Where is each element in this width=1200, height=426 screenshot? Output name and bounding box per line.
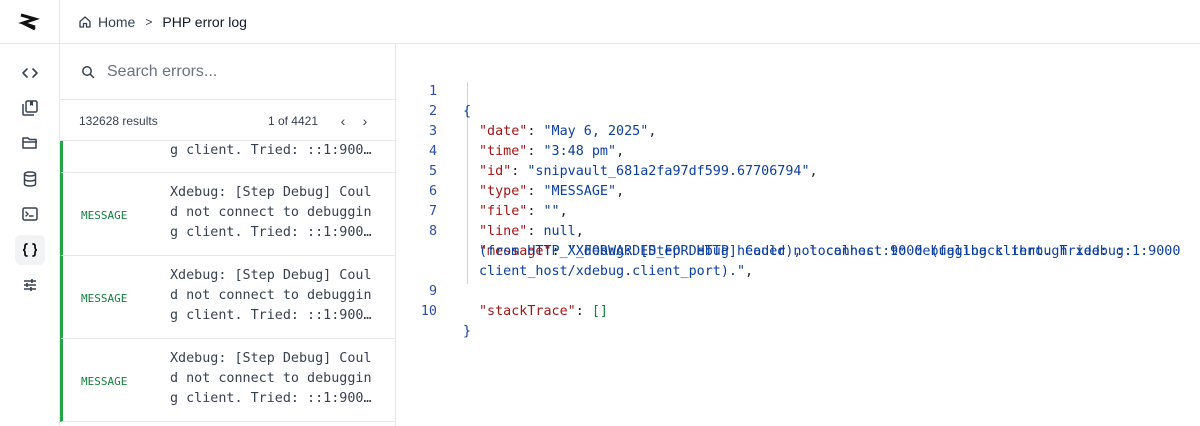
list-item[interactable]: MESSAGE Xdebug: [Step Debug] Coul d not … xyxy=(60,339,395,422)
search-input[interactable] xyxy=(107,62,367,81)
code-line-wrap: client_host/xdebug.client_port).", xyxy=(479,264,754,279)
json-key: "time" xyxy=(479,144,528,159)
breadcrumb: Home > PHP error log xyxy=(60,0,1200,44)
message-line: d not connect to debuggin xyxy=(170,371,372,386)
json-value: [] xyxy=(591,304,608,319)
list-item-message: Xdebug: [Step Debug] Coul d not connect … xyxy=(170,183,382,243)
json-value: "3:48 pm" xyxy=(543,144,617,159)
settings-nav-button[interactable] xyxy=(15,270,45,300)
sliders-icon xyxy=(24,279,36,291)
list-item-type: MESSAGE xyxy=(81,209,128,222)
list-item-message: Xdebug: [Step Debug] Coul d not connect … xyxy=(170,266,382,326)
json-value: "May 6, 2025" xyxy=(543,124,649,139)
search-bar xyxy=(60,44,395,100)
database-icon xyxy=(23,171,37,187)
message-line: Xdebug: [Step Debug] Coul xyxy=(170,351,372,366)
library-nav-button[interactable] xyxy=(15,93,45,123)
json-brace: } xyxy=(463,324,472,339)
message-line: Xdebug: [Step Debug] Coul xyxy=(170,268,372,283)
code-nav-button[interactable] xyxy=(15,58,45,88)
breadcrumb-separator: > xyxy=(145,14,153,29)
terminal-icon xyxy=(22,207,38,221)
folder-icon xyxy=(22,137,37,149)
list-item-type: MESSAGE xyxy=(81,375,128,388)
json-value: "snipvault_681a2fa97df599.67706794" xyxy=(527,164,810,179)
code-line: 2 "date": "May 6, 2025", xyxy=(397,82,656,139)
message-line: d not connect to debuggin xyxy=(170,205,372,220)
code-line-wrap: (from HTTP_X_FORWARDED_FOR HTTP header),… xyxy=(397,222,1132,259)
error-list: g client. Tried: ::1:900… MESSAGE Xdebug… xyxy=(60,141,395,426)
json-brace: { xyxy=(463,104,472,119)
json-nav-button[interactable] xyxy=(15,235,45,265)
json-value: null xyxy=(543,224,576,239)
json-key: "id" xyxy=(479,164,512,179)
message-line: g client. Tried: ::1:900… xyxy=(170,225,372,240)
json-key: "line" xyxy=(479,224,528,239)
sidebar-rail xyxy=(0,0,60,426)
list-item[interactable]: MESSAGE Xdebug: [Step Debug] Coul d not … xyxy=(60,173,395,256)
braces-icon xyxy=(22,243,38,257)
code-line: 1 { xyxy=(397,62,471,119)
json-value-continuation: (from HTTP_X_FORWARDED_FOR HTTP header),… xyxy=(479,244,1133,259)
code-line: 8 "message": "Xdebug: [Step Debug] Could… xyxy=(397,202,1180,259)
logo-icon[interactable] xyxy=(17,10,41,34)
list-item-type: MESSAGE xyxy=(81,292,128,305)
message-line: d not connect to debuggin xyxy=(170,288,372,303)
page-indicator: 1 of 4421 xyxy=(267,113,318,128)
json-key: "date" xyxy=(479,124,528,139)
list-item-message: g client. Tried: ::1:900… xyxy=(170,143,372,158)
rail-divider xyxy=(0,43,60,44)
list-item[interactable]: MESSAGE Xdebug: [Step Debug] Coul d not … xyxy=(60,256,395,339)
line-number: 10 xyxy=(420,304,437,319)
prev-page-button[interactable]: ‹ xyxy=(332,110,354,132)
home-icon xyxy=(79,15,91,28)
terminal-nav-button[interactable] xyxy=(15,199,45,229)
code-icon xyxy=(22,68,38,78)
code-line: 10 } xyxy=(397,282,471,339)
code-line: 3 "time": "3:48 pm", xyxy=(397,102,624,159)
code-line: 5 "type": "MESSAGE", xyxy=(397,142,624,199)
list-item[interactable]: g client. Tried: ::1:900… xyxy=(60,141,395,173)
error-list-panel: 132628 results 1 of 4421 ‹ › g client. T… xyxy=(60,44,396,426)
list-item-message: Xdebug: [Step Debug] Coul d not connect … xyxy=(170,349,382,409)
json-value-continuation: client_host/xdebug.client_port)." xyxy=(479,264,746,279)
code-line: 6 "file": "", xyxy=(397,162,568,219)
json-key: "stackTrace" xyxy=(479,304,576,319)
breadcrumb-current: PHP error log xyxy=(162,13,247,30)
json-key: "type" xyxy=(479,184,528,199)
results-bar: 132628 results 1 of 4421 ‹ › xyxy=(60,101,395,141)
database-nav-button[interactable] xyxy=(15,164,45,194)
code-line: 9 "stackTrace": [] xyxy=(397,262,608,319)
json-viewer[interactable]: 1 { 2 "date": "May 6, 2025", 3 "time": "… xyxy=(397,44,1200,426)
breadcrumb-home-label: Home xyxy=(98,13,136,30)
code-line: 7 "line": null, xyxy=(397,182,584,239)
library-icon xyxy=(22,100,38,116)
message-line: Xdebug: [Step Debug] Coul xyxy=(170,185,372,200)
json-value: "MESSAGE" xyxy=(543,184,617,199)
message-line: g client. Tried: ::1:900… xyxy=(170,308,372,323)
next-page-button[interactable]: › xyxy=(354,110,376,132)
message-line: g client. Tried: ::1:900… xyxy=(170,391,372,406)
code-line: 4 "id": "snipvault_681a2fa97df599.677067… xyxy=(397,122,818,179)
results-count: 132628 results xyxy=(79,113,158,128)
folder-nav-button[interactable] xyxy=(15,128,45,158)
json-value: "" xyxy=(543,204,560,219)
search-icon xyxy=(82,65,95,78)
breadcrumb-home[interactable]: Home xyxy=(78,14,135,30)
json-key: "file" xyxy=(479,204,528,219)
